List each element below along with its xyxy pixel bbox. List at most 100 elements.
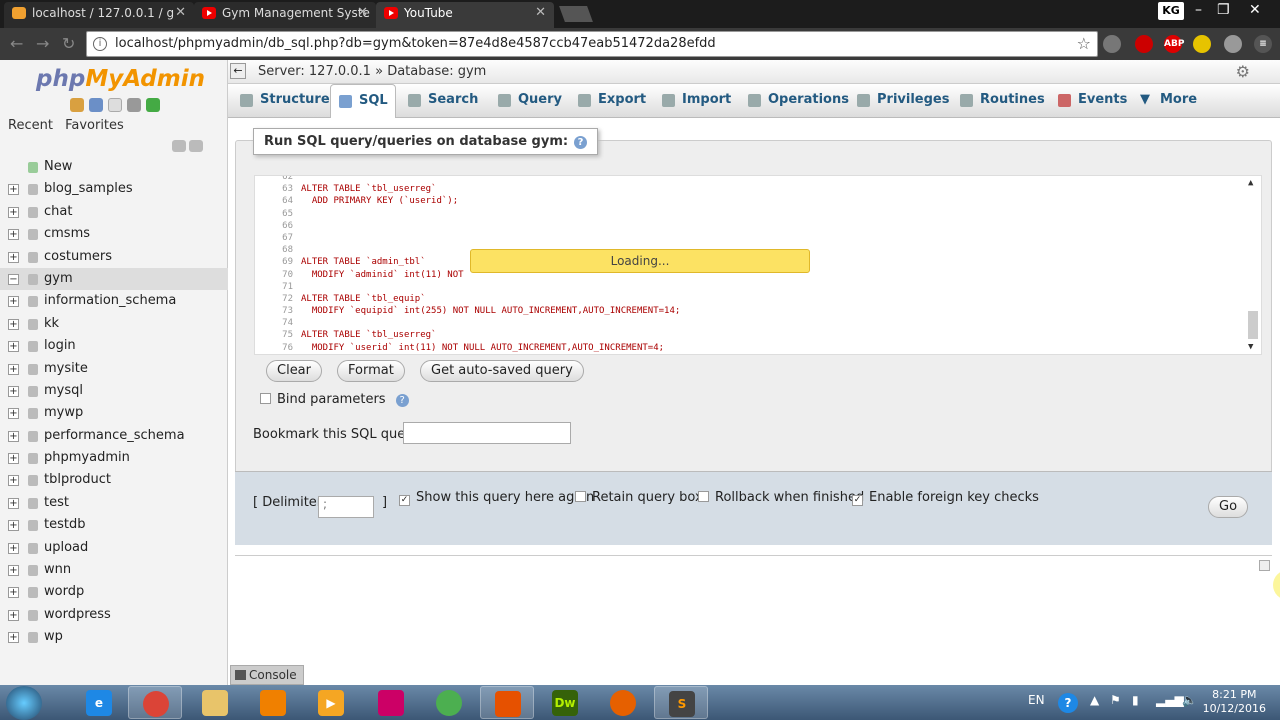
expand-icon[interactable]: +: [8, 408, 19, 420]
close-tab-icon[interactable]: ✕: [357, 2, 368, 24]
tree-item-db[interactable]: + information_schema: [0, 290, 228, 312]
tab-routines[interactable]: Routines: [952, 84, 1045, 118]
extension-icon[interactable]: [1103, 35, 1121, 53]
taskbar-media-player[interactable]: ▶: [304, 686, 358, 719]
console-toggle[interactable]: Console: [230, 665, 304, 685]
show-hidden-icons-icon[interactable]: ▲: [1090, 693, 1099, 707]
expand-icon[interactable]: +: [8, 542, 19, 554]
collapse-all-icon[interactable]: [172, 140, 186, 152]
network-icon[interactable]: ▂▄▆: [1156, 693, 1184, 707]
settings-icon[interactable]: [127, 98, 141, 112]
expand-icon[interactable]: +: [8, 318, 19, 330]
tab-search[interactable]: Search: [400, 84, 484, 118]
back-icon[interactable]: ←: [10, 34, 23, 53]
scroll-down-icon[interactable]: ▼: [1248, 342, 1253, 352]
bookmark-star-icon[interactable]: ☆: [1077, 34, 1091, 53]
info-icon[interactable]: i: [93, 37, 107, 51]
collapse-icon[interactable]: −: [8, 273, 19, 285]
close-window-icon[interactable]: ✕: [1249, 2, 1261, 18]
tab-import[interactable]: Import: [654, 84, 731, 118]
new-tab-button[interactable]: [559, 6, 593, 22]
tree-item-db[interactable]: + upload: [0, 537, 228, 559]
taskbar-android[interactable]: [422, 686, 476, 719]
tab-structure[interactable]: Structure: [232, 84, 330, 118]
reload-icon[interactable]: ↻: [62, 34, 75, 53]
delimiter-input[interactable]: ;: [318, 496, 374, 518]
tree-item-db[interactable]: + kk: [0, 313, 228, 335]
page-settings-icon[interactable]: [1259, 560, 1270, 571]
scroll-thumb[interactable]: [1248, 311, 1258, 339]
tree-item-db[interactable]: + chat: [0, 201, 228, 223]
tree-item-db[interactable]: + wordpress: [0, 604, 228, 626]
tree-item-db[interactable]: + costumers: [0, 246, 228, 268]
tab-query[interactable]: Query: [490, 84, 562, 118]
start-button[interactable]: [6, 686, 42, 720]
tree-item-db-selected[interactable]: − gym: [0, 267, 228, 291]
go-button[interactable]: Go: [1208, 496, 1249, 518]
home-icon[interactable]: [70, 98, 84, 112]
recent-tab[interactable]: Recent: [8, 118, 53, 133]
expand-icon[interactable]: +: [8, 385, 19, 397]
expand-icon[interactable]: +: [8, 453, 19, 465]
tab-youtube[interactable]: YouTube ✕: [376, 2, 554, 28]
phpmyadmin-logo[interactable]: phpMyAdmin: [36, 66, 205, 92]
taskbar-chrome[interactable]: [128, 686, 182, 719]
show-query-checkbox[interactable]: ✓: [399, 495, 410, 506]
close-tab-icon[interactable]: ✕: [535, 2, 546, 24]
tree-item-db[interactable]: + performance_schema: [0, 425, 228, 447]
expand-icon[interactable]: +: [8, 229, 19, 241]
bulb-icon[interactable]: [1193, 35, 1211, 53]
rollback-checkbox[interactable]: [698, 491, 709, 502]
scroll-up-icon[interactable]: ▲: [1248, 178, 1253, 188]
favorites-tab[interactable]: Favorites: [65, 118, 124, 133]
menu-icon[interactable]: ≡: [1254, 35, 1272, 53]
tree-item-new[interactable]: New: [0, 156, 228, 178]
foreign-keys-checkbox[interactable]: ✓: [852, 495, 863, 506]
expand-icon[interactable]: +: [8, 206, 19, 218]
expand-icon[interactable]: +: [8, 632, 19, 644]
battery-icon[interactable]: ▮: [1132, 693, 1139, 707]
tab-privileges[interactable]: Privileges: [849, 84, 949, 118]
expand-icon[interactable]: +: [8, 251, 19, 263]
tree-item-db[interactable]: + blog_samples: [0, 178, 228, 200]
minimize-icon[interactable]: –: [1195, 2, 1202, 18]
collapse-sidebar-icon[interactable]: ←: [230, 63, 246, 79]
exit-icon[interactable]: [89, 98, 103, 112]
clock[interactable]: 8:21 PM 10/12/2016: [1203, 688, 1266, 716]
get-autosaved-query-button[interactable]: Get auto-saved query: [420, 360, 584, 382]
address-bar[interactable]: i localhost/phpmyadmin/db_sql.php?db=gym…: [86, 31, 1098, 57]
taskbar-explorer[interactable]: [188, 686, 242, 719]
tab-sql[interactable]: SQL: [330, 84, 396, 118]
help-icon[interactable]: ?: [574, 136, 588, 149]
help-icon[interactable]: ?: [1058, 693, 1078, 713]
expand-icon[interactable]: +: [8, 587, 19, 599]
link-icon[interactable]: [189, 140, 203, 152]
bind-parameters-checkbox[interactable]: [260, 393, 271, 404]
tree-item-db[interactable]: + mysite: [0, 358, 228, 380]
extension-icon[interactable]: [1224, 35, 1242, 53]
profile-badge[interactable]: KG: [1158, 2, 1184, 20]
taskbar-sublime[interactable]: S: [654, 686, 708, 719]
editor-scrollbar[interactable]: ▲ ▼: [1245, 176, 1261, 354]
expand-icon[interactable]: +: [8, 609, 19, 621]
tree-item-db[interactable]: + mysql: [0, 380, 228, 402]
expand-icon[interactable]: +: [8, 184, 19, 196]
expand-icon[interactable]: +: [8, 296, 19, 308]
expand-icon[interactable]: +: [8, 430, 19, 442]
tab-export[interactable]: Export: [570, 84, 646, 118]
adblock-icon[interactable]: ABP: [1164, 35, 1184, 53]
expand-icon[interactable]: +: [8, 497, 19, 509]
expand-icon[interactable]: +: [8, 565, 19, 577]
tree-item-db[interactable]: + wp: [0, 626, 228, 648]
taskbar-firefox[interactable]: [596, 686, 650, 719]
reload-nav-icon[interactable]: [146, 98, 160, 112]
breadcrumb-database[interactable]: Database: gym: [387, 64, 486, 79]
volume-icon[interactable]: 🔈: [1182, 693, 1197, 707]
expand-icon[interactable]: +: [8, 341, 19, 353]
taskbar-vlc[interactable]: [246, 686, 300, 719]
tab-operations[interactable]: Operations: [740, 84, 849, 118]
breadcrumb-server[interactable]: Server: 127.0.0.1: [258, 64, 371, 79]
expand-icon[interactable]: +: [8, 520, 19, 532]
docs-icon[interactable]: [108, 98, 122, 112]
tree-item-db[interactable]: + wordp: [0, 581, 228, 603]
